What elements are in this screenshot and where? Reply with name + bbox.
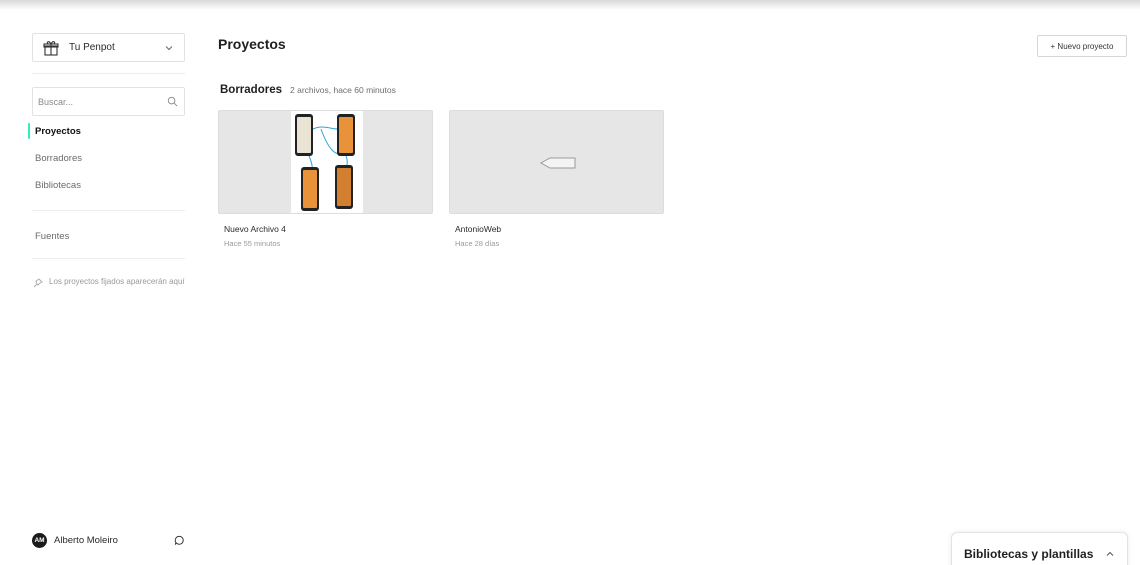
phone-frame	[301, 167, 319, 211]
gift-icon	[43, 40, 59, 56]
pin-icon	[33, 278, 43, 288]
empty-file-placeholder-icon	[539, 157, 576, 169]
user-profile: AM Alberto Moleiro	[32, 530, 185, 550]
phone-frame	[295, 114, 313, 156]
libraries-templates-panel[interactable]: Bibliotecas y plantillas	[951, 532, 1128, 565]
new-project-button[interactable]: + Nuevo proyecto	[1037, 35, 1127, 57]
sidebar-item-label: Borradores	[35, 152, 82, 164]
sidebar-item-fonts[interactable]: Fuentes	[28, 227, 185, 245]
design-preview	[291, 111, 363, 213]
chevron-down-icon	[165, 45, 173, 50]
page-title: Proyectos	[218, 36, 286, 52]
libraries-panel-title: Bibliotecas y plantillas	[964, 547, 1094, 561]
sidebar-item-projects[interactable]: Proyectos	[28, 122, 185, 140]
sidebar-item-label: Bibliotecas	[35, 179, 81, 191]
phone-frame	[337, 114, 355, 156]
user-name[interactable]: Alberto Moleiro	[54, 535, 174, 546]
file-date: Hace 55 minutos	[224, 239, 281, 248]
pinned-hint-text: Los proyectos fijados aparecerán aquí	[49, 277, 185, 286]
sidebar-item-drafts[interactable]: Borradores	[28, 149, 185, 167]
file-thumbnail[interactable]	[449, 110, 664, 214]
file-name[interactable]: Nuevo Archivo 4	[224, 224, 433, 234]
file-card[interactable]: Nuevo Archivo 4 Hace 55 minutos	[218, 110, 433, 248]
sidebar-item-label: Fuentes	[35, 230, 70, 242]
sidebar-item-label: Proyectos	[35, 125, 81, 137]
chevron-up-icon[interactable]	[1105, 549, 1115, 559]
phone-frame	[335, 165, 353, 209]
window-top-shadow	[0, 0, 1140, 10]
file-thumbnail[interactable]	[218, 110, 433, 214]
divider	[32, 73, 185, 74]
sidebar: Tu Penpot Proyectos Borradores Bibliotec…	[20, 18, 196, 558]
section-title[interactable]: Borradores	[220, 84, 282, 96]
section-header: Borradores 2 archivos, hace 60 minutos	[220, 84, 396, 96]
file-name[interactable]: AntonioWeb	[455, 224, 664, 234]
sidebar-item-libraries[interactable]: Bibliotecas	[28, 176, 185, 194]
team-selector[interactable]: Tu Penpot	[32, 33, 185, 62]
team-name: Tu Penpot	[69, 42, 115, 53]
avatar[interactable]: AM	[32, 532, 47, 548]
file-card[interactable]: AntonioWeb Hace 28 días	[449, 110, 664, 248]
section-meta: 2 archivos, hace 60 minutos	[290, 85, 396, 95]
search-box[interactable]	[32, 87, 185, 116]
chat-icon[interactable]	[174, 535, 185, 546]
pinned-projects-hint: Los proyectos fijados aparecerán aquí	[33, 277, 188, 288]
divider	[32, 258, 185, 259]
search-input[interactable]	[38, 96, 167, 107]
divider	[32, 210, 185, 211]
search-icon[interactable]	[167, 96, 178, 107]
file-date: Hace 28 días	[455, 239, 500, 248]
